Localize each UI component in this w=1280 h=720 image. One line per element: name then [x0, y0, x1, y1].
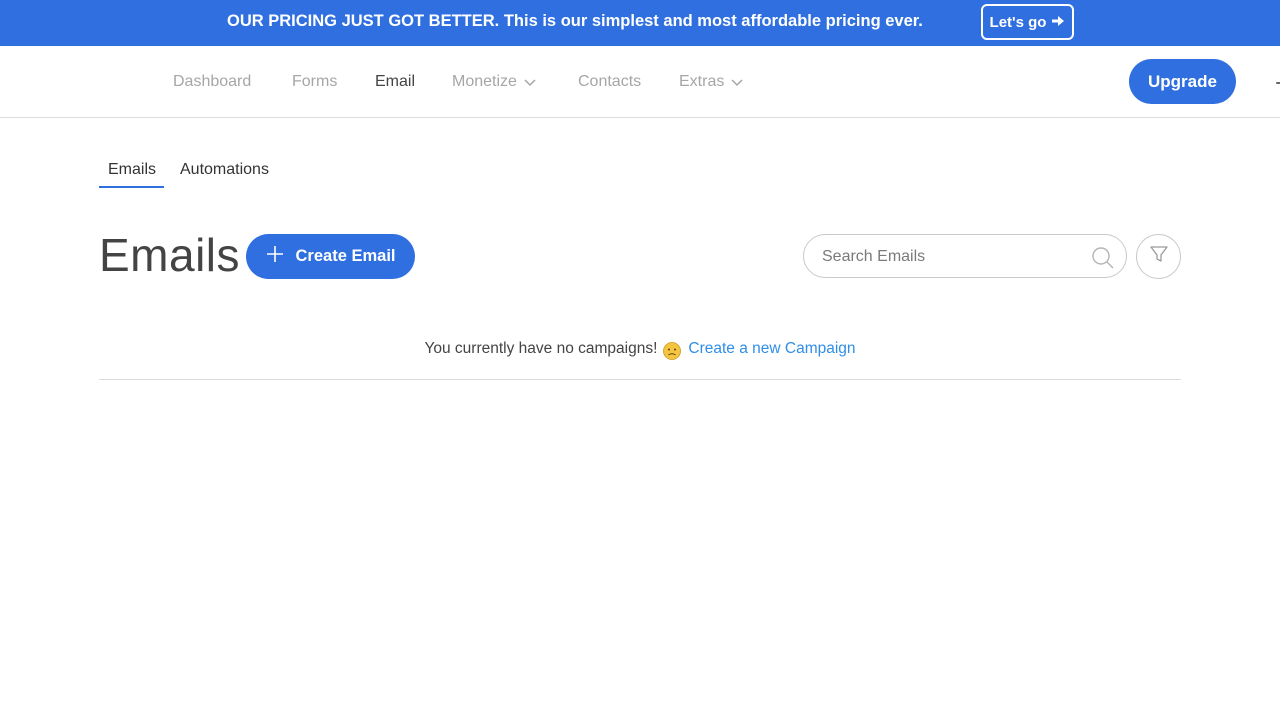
- tab-automations[interactable]: Automations: [180, 161, 269, 179]
- nav-item-label: Monetize: [452, 73, 517, 90]
- nav-item-monetize[interactable]: Monetize: [452, 73, 537, 91]
- nav-item-extras[interactable]: Extras: [679, 73, 744, 91]
- upgrade-label: Upgrade: [1148, 71, 1217, 91]
- create-email-label: Create Email: [295, 247, 396, 265]
- nav-item-label: Contacts: [578, 73, 642, 90]
- account-menu-edge[interactable]: [1276, 82, 1280, 84]
- nav-item-dashboard[interactable]: Dashboard: [173, 73, 251, 91]
- empty-state-message: You currently have no campaigns!: [424, 340, 658, 357]
- active-tab-indicator: [99, 186, 164, 188]
- empty-state: You currently have no campaigns! Create …: [99, 340, 1181, 380]
- promo-banner: OUR PRICING JUST GOT BETTER. This is our…: [0, 0, 1280, 46]
- nav-item-forms[interactable]: Forms: [292, 73, 337, 91]
- plus-icon: [266, 245, 284, 268]
- chevron-down-icon: [523, 75, 537, 89]
- nav-item-contacts[interactable]: Contacts: [578, 73, 641, 91]
- disappointed-face-icon: [662, 341, 682, 361]
- lets-go-label: Let's go: [989, 13, 1047, 31]
- nav-item-label: Forms: [292, 73, 338, 90]
- page-title: Emails: [99, 229, 241, 281]
- create-email-button[interactable]: Create Email: [246, 234, 415, 279]
- chevron-down-icon: [730, 75, 744, 89]
- nav-item-email[interactable]: Email: [375, 73, 415, 91]
- create-campaign-link[interactable]: Create a new Campaign: [688, 340, 855, 358]
- filter-button[interactable]: [1136, 234, 1181, 279]
- tab-emails[interactable]: Emails: [108, 161, 156, 179]
- search-box: [803, 234, 1127, 278]
- nav-item-label: Email: [375, 73, 416, 90]
- search-icon[interactable]: [1091, 246, 1115, 270]
- nav-item-label: Dashboard: [173, 73, 252, 90]
- search-input[interactable]: [822, 245, 1082, 269]
- lets-go-button[interactable]: Let's go: [981, 4, 1074, 40]
- arrow-right-icon: [1051, 14, 1065, 31]
- promo-banner-text: OUR PRICING JUST GOT BETTER. This is our…: [227, 12, 923, 30]
- filter-icon: [1148, 243, 1170, 270]
- upgrade-button[interactable]: Upgrade: [1129, 59, 1236, 104]
- nav-item-label: Extras: [679, 73, 725, 90]
- top-nav: Dashboard Forms Email Monetize Contacts …: [0, 46, 1280, 118]
